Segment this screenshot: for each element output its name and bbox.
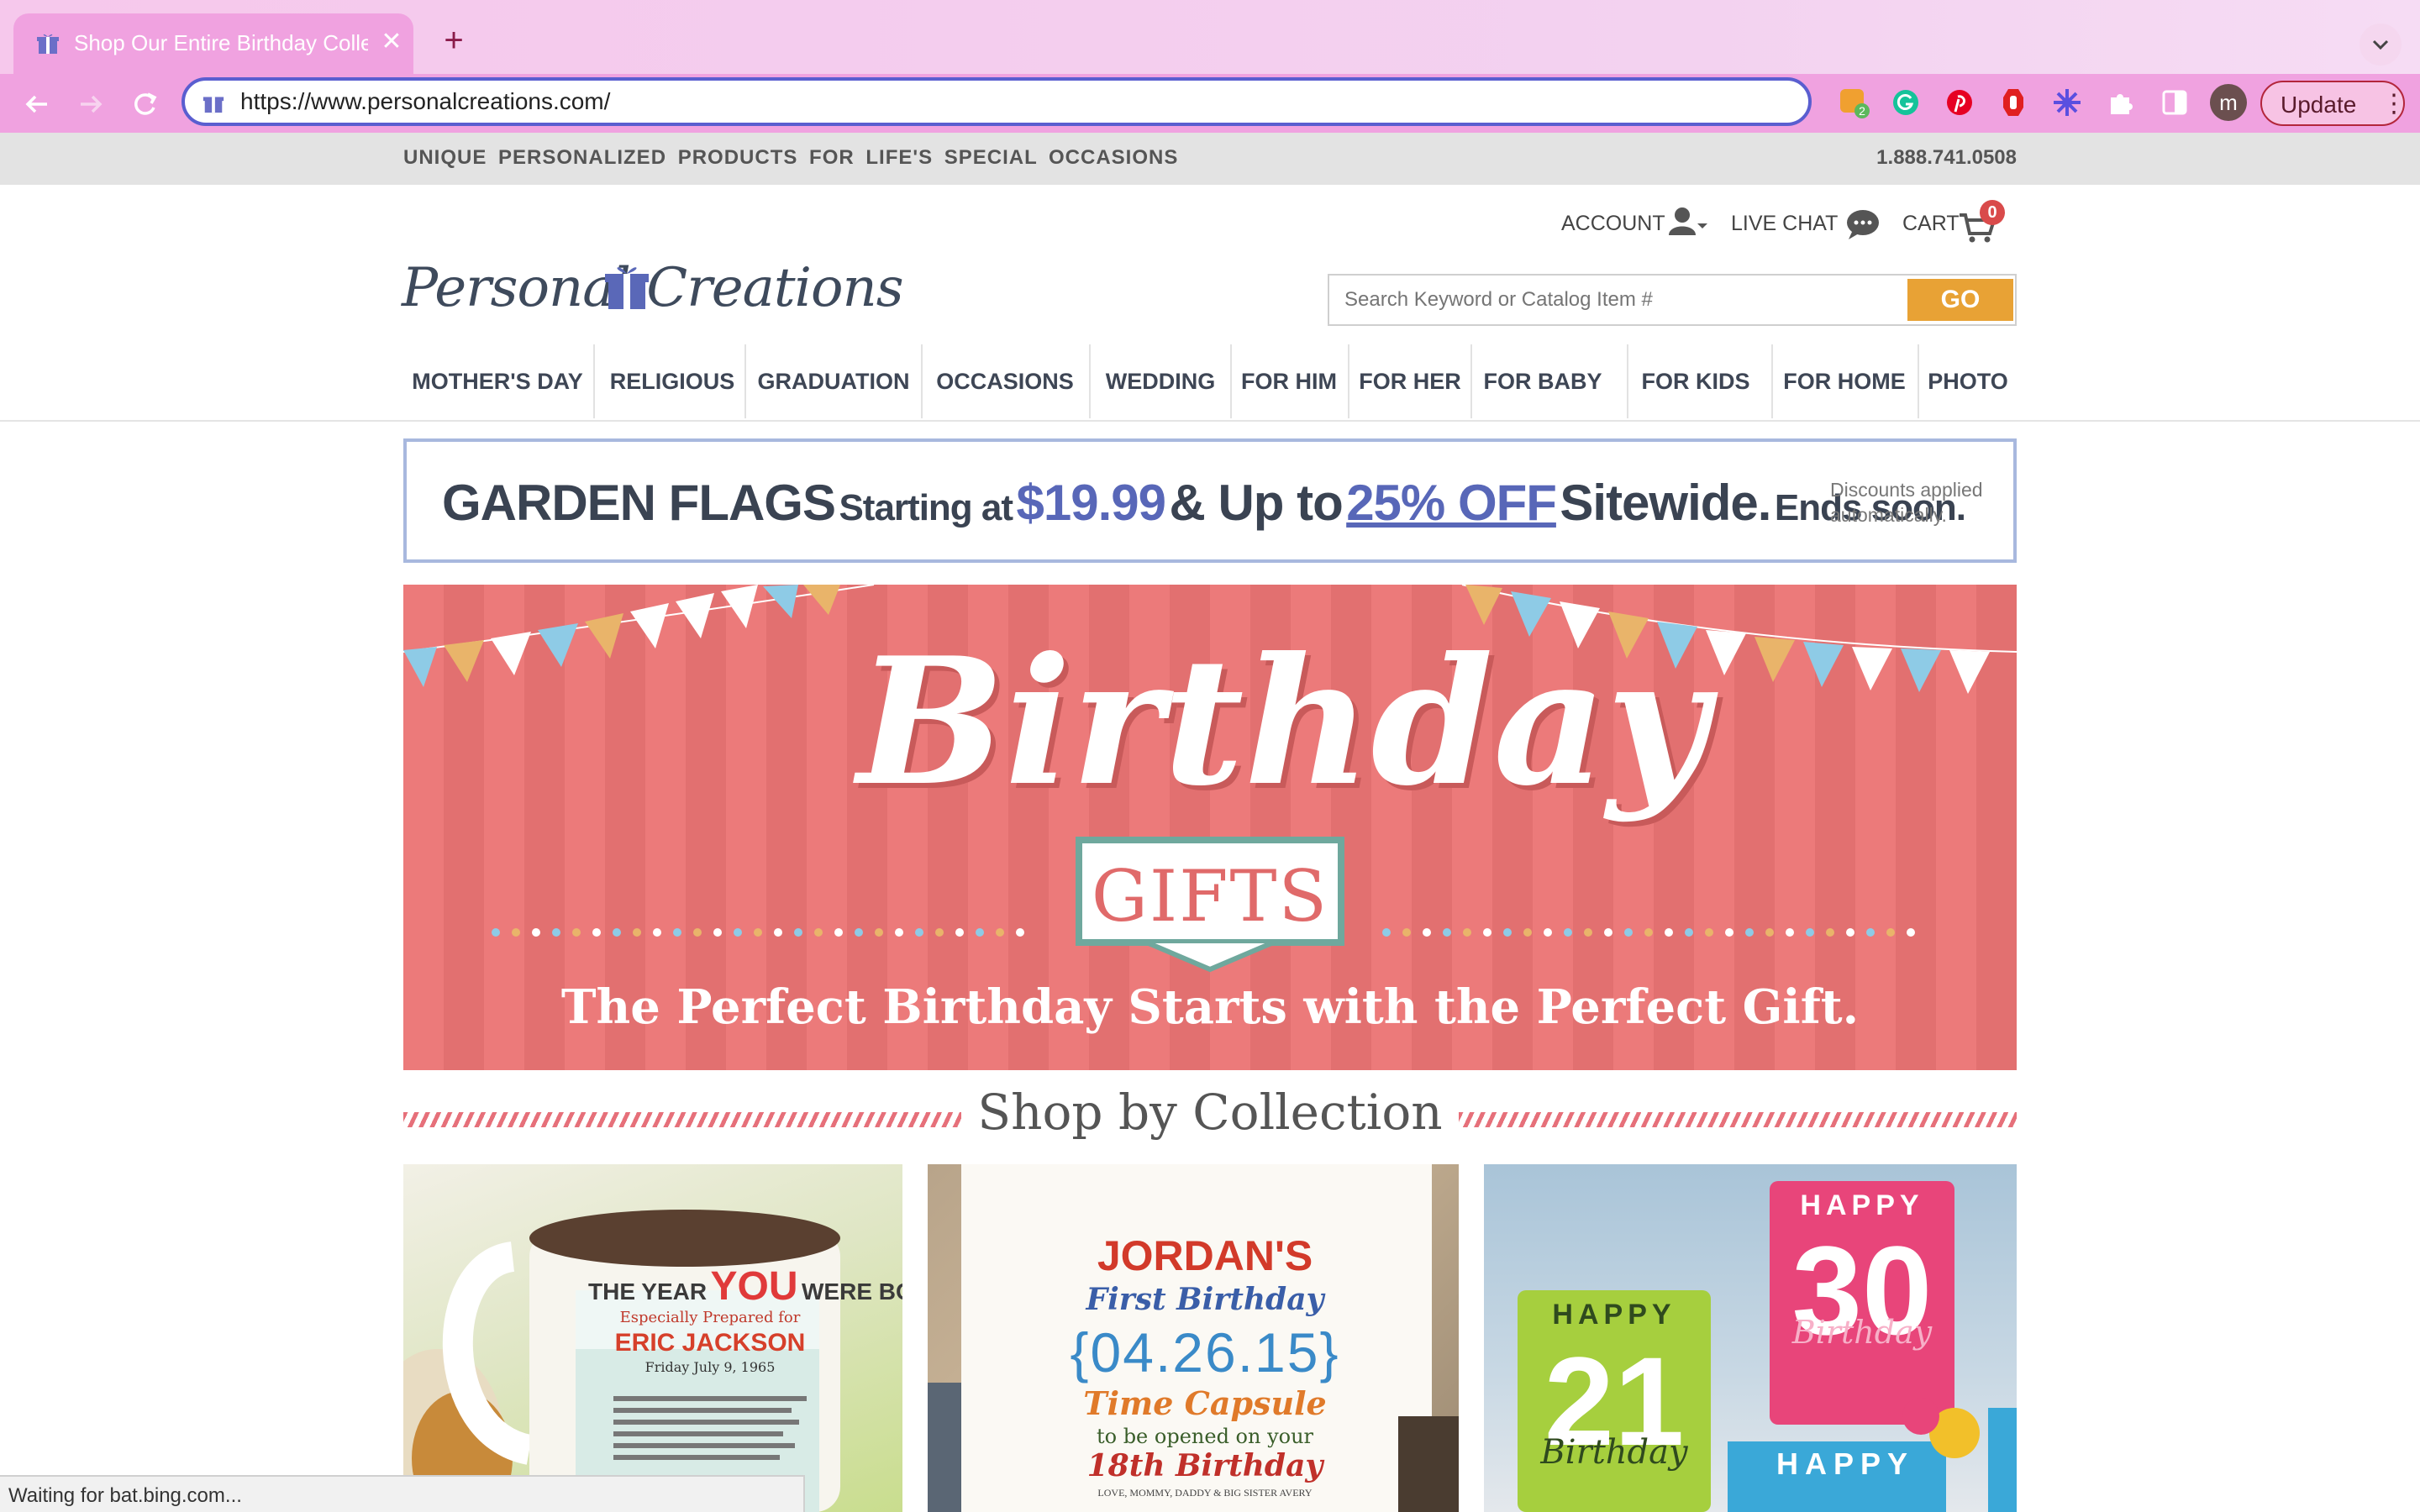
gifts-badge-text: GIFTS: [1091, 855, 1329, 937]
chat-bubble-icon[interactable]: [1845, 208, 1881, 240]
site-logo[interactable]: Personal Creations: [402, 257, 904, 329]
gift-icon: [37, 34, 59, 54]
gifts-badge: GIFTS: [1076, 837, 1344, 946]
grammarly-icon[interactable]: [1889, 86, 1923, 119]
update-button[interactable]: Update ⋮: [2260, 81, 2407, 126]
adblock-hand-icon[interactable]: [1996, 86, 2030, 119]
promo-bar: UNIQUE PERSONALIZED PRODUCTS FOR LIFE'S …: [0, 133, 2420, 185]
logo-gift-icon: [605, 267, 649, 309]
sale-starting-at: Starting at: [839, 487, 1013, 528]
mug-line6: Friday July 9, 1965: [644, 1359, 776, 1375]
canvas-line6: Birthday: [1540, 1433, 1688, 1472]
browser-status-bar: Waiting for bat.bing.com...: [0, 1475, 805, 1512]
main-navigation: MOTHER'S DAY RELIGIOUS GRADUATION OCCASI…: [403, 344, 2017, 418]
sale-up-to: & Up to: [1169, 475, 1343, 531]
active-tab[interactable]: Shop Our Entire Birthday Collection ✕: [13, 13, 413, 74]
canvas-line4: HAPPY: [1552, 1299, 1676, 1331]
capsule-line3: {04.26.15}: [1070, 1321, 1340, 1383]
profile-avatar[interactable]: m: [2210, 84, 2247, 121]
collection-header: Shop by Collection: [403, 1084, 2017, 1151]
collection-card-milestone-birthdays[interactable]: HAPPY 30 Birthday HAPPY HAPPY 21 Birthda…: [1484, 1164, 2017, 1512]
new-tab-button[interactable]: +: [437, 24, 471, 57]
mug-line5: ERIC JACKSON: [614, 1329, 806, 1357]
canvas-line3: Birthday: [1791, 1314, 1933, 1351]
nav-graduation[interactable]: GRADUATION: [746, 344, 921, 418]
site-search: GO: [1328, 274, 2017, 326]
live-chat-link[interactable]: LIVE CHAT: [1731, 212, 1838, 236]
site-gift-icon[interactable]: [202, 91, 225, 114]
mug-title: THE YEAR YOU WERE BORN: [588, 1263, 902, 1310]
side-panel-icon[interactable]: [2158, 86, 2191, 119]
tab-title: Shop Our Entire Birthday Collection: [74, 30, 368, 55]
birthday-hero-banner[interactable]: Birthday GIFTS The Perfect Birthday Star…: [403, 585, 2017, 1070]
capsule-line7: LOVE, MOMMY, DADDY & BIG SISTER AVERY: [1097, 1487, 1313, 1499]
sale-product: GARDEN FLAGS: [442, 475, 836, 531]
capsule-line2: First Birthday: [1086, 1282, 1324, 1317]
sale-price: $19.99: [1016, 475, 1166, 531]
hero-subtitle: The Perfect Birthday Starts with the Per…: [560, 979, 1860, 1035]
account-icon[interactable]: [1667, 205, 1707, 239]
sale-sitewide: Sitewide.: [1560, 475, 1771, 531]
mug-line2: YOU: [710, 1264, 798, 1309]
logo-text: Personal Creations: [402, 257, 904, 319]
nav-for-her[interactable]: FOR HER: [1349, 344, 1470, 418]
reload-icon[interactable]: [128, 87, 161, 121]
account-link[interactable]: ACCOUNT: [1561, 212, 1665, 236]
mug-line3: WERE BORN: [802, 1278, 902, 1305]
address-bar[interactable]: https://www.personalcreations.com/: [182, 77, 1812, 126]
header-divider: [0, 420, 2420, 422]
phone-number[interactable]: 1.888.741.0508: [1849, 146, 2017, 170]
canvas-line7: HAPPY: [1776, 1446, 1915, 1481]
nav-religious[interactable]: RELIGIOUS: [595, 344, 750, 418]
stripe-decoration: [1459, 1112, 2017, 1127]
nav-for-home[interactable]: FOR HOME: [1773, 344, 1916, 418]
sale-note: Discounts applied automatically.: [1830, 479, 1983, 526]
capsule-line1: JORDAN'S: [1097, 1232, 1313, 1279]
update-label: Update: [2281, 92, 2357, 118]
promo-tagline: UNIQUE PERSONALIZED PRODUCTS FOR LIFE'S …: [403, 146, 1179, 169]
browser-toolbar: https://www.personalcreations.com/ 2 m U…: [0, 74, 2420, 133]
sale-discount: 25% OFF: [1346, 475, 1557, 531]
browser-tab-strip: Shop Our Entire Birthday Collection ✕ +: [0, 0, 2420, 74]
collection-card-year-you-were-born[interactable]: THE YEAR YOU WERE BORN Especially Prepar…: [403, 1164, 902, 1512]
collection-title: Shop by Collection: [977, 1084, 1443, 1141]
search-input[interactable]: [1331, 277, 1896, 323]
nav-mothers-day[interactable]: MOTHER'S DAY: [403, 344, 592, 418]
nav-for-him[interactable]: FOR HIM: [1232, 344, 1346, 418]
search-go-button[interactable]: GO: [1907, 279, 2013, 321]
nav-for-baby[interactable]: FOR BABY: [1472, 344, 1613, 418]
cart-count-badge: 0: [1980, 200, 2005, 225]
tab-search-button[interactable]: [2360, 24, 2402, 66]
nav-occasions[interactable]: OCCASIONS: [923, 344, 1087, 418]
mug-line4: Especially Prepared for: [619, 1309, 801, 1326]
tab-close-icon[interactable]: ✕: [376, 27, 407, 57]
stripe-decoration: [403, 1112, 961, 1127]
sparkle-extension-icon[interactable]: [2050, 86, 2084, 119]
badge-pointer: [1143, 941, 1277, 973]
sale-banner[interactable]: GARDEN FLAGS Starting at $19.99 & Up to …: [403, 438, 2017, 563]
nav-photo[interactable]: PHOTO: [1919, 344, 2017, 418]
nav-wedding[interactable]: WEDDING: [1091, 344, 1230, 418]
forward-arrow-icon[interactable]: [74, 87, 108, 121]
nav-for-kids[interactable]: FOR KIDS: [1628, 344, 1763, 418]
kebab-menu-icon[interactable]: ⋮: [2381, 89, 2407, 118]
url-text[interactable]: https://www.personalcreations.com/: [240, 88, 1669, 117]
extension-icon[interactable]: 2: [1837, 86, 1870, 119]
capsule-line6: 18th Birthday: [1086, 1448, 1323, 1483]
pinterest-icon[interactable]: [1943, 86, 1976, 119]
extension-badge: 2: [1859, 104, 1865, 118]
hero-title: Birthday: [857, 620, 1708, 825]
capsule-line4: Time Capsule: [1083, 1384, 1327, 1422]
status-text: Waiting for bat.bing.com...: [8, 1484, 242, 1507]
sale-headline: GARDEN FLAGS Starting at $19.99 & Up to …: [442, 474, 1966, 532]
collection-card-time-capsule[interactable]: JORDAN'S First Birthday {04.26.15} Time …: [928, 1164, 1459, 1512]
cart-link[interactable]: CART: [1902, 212, 1960, 236]
chevron-down-icon: [2372, 39, 2389, 50]
puzzle-icon[interactable]: [2104, 86, 2138, 119]
mug-line1: THE YEAR: [588, 1278, 708, 1305]
capsule-line5: to be opened on your: [1096, 1425, 1314, 1448]
back-arrow-icon[interactable]: [20, 87, 54, 121]
